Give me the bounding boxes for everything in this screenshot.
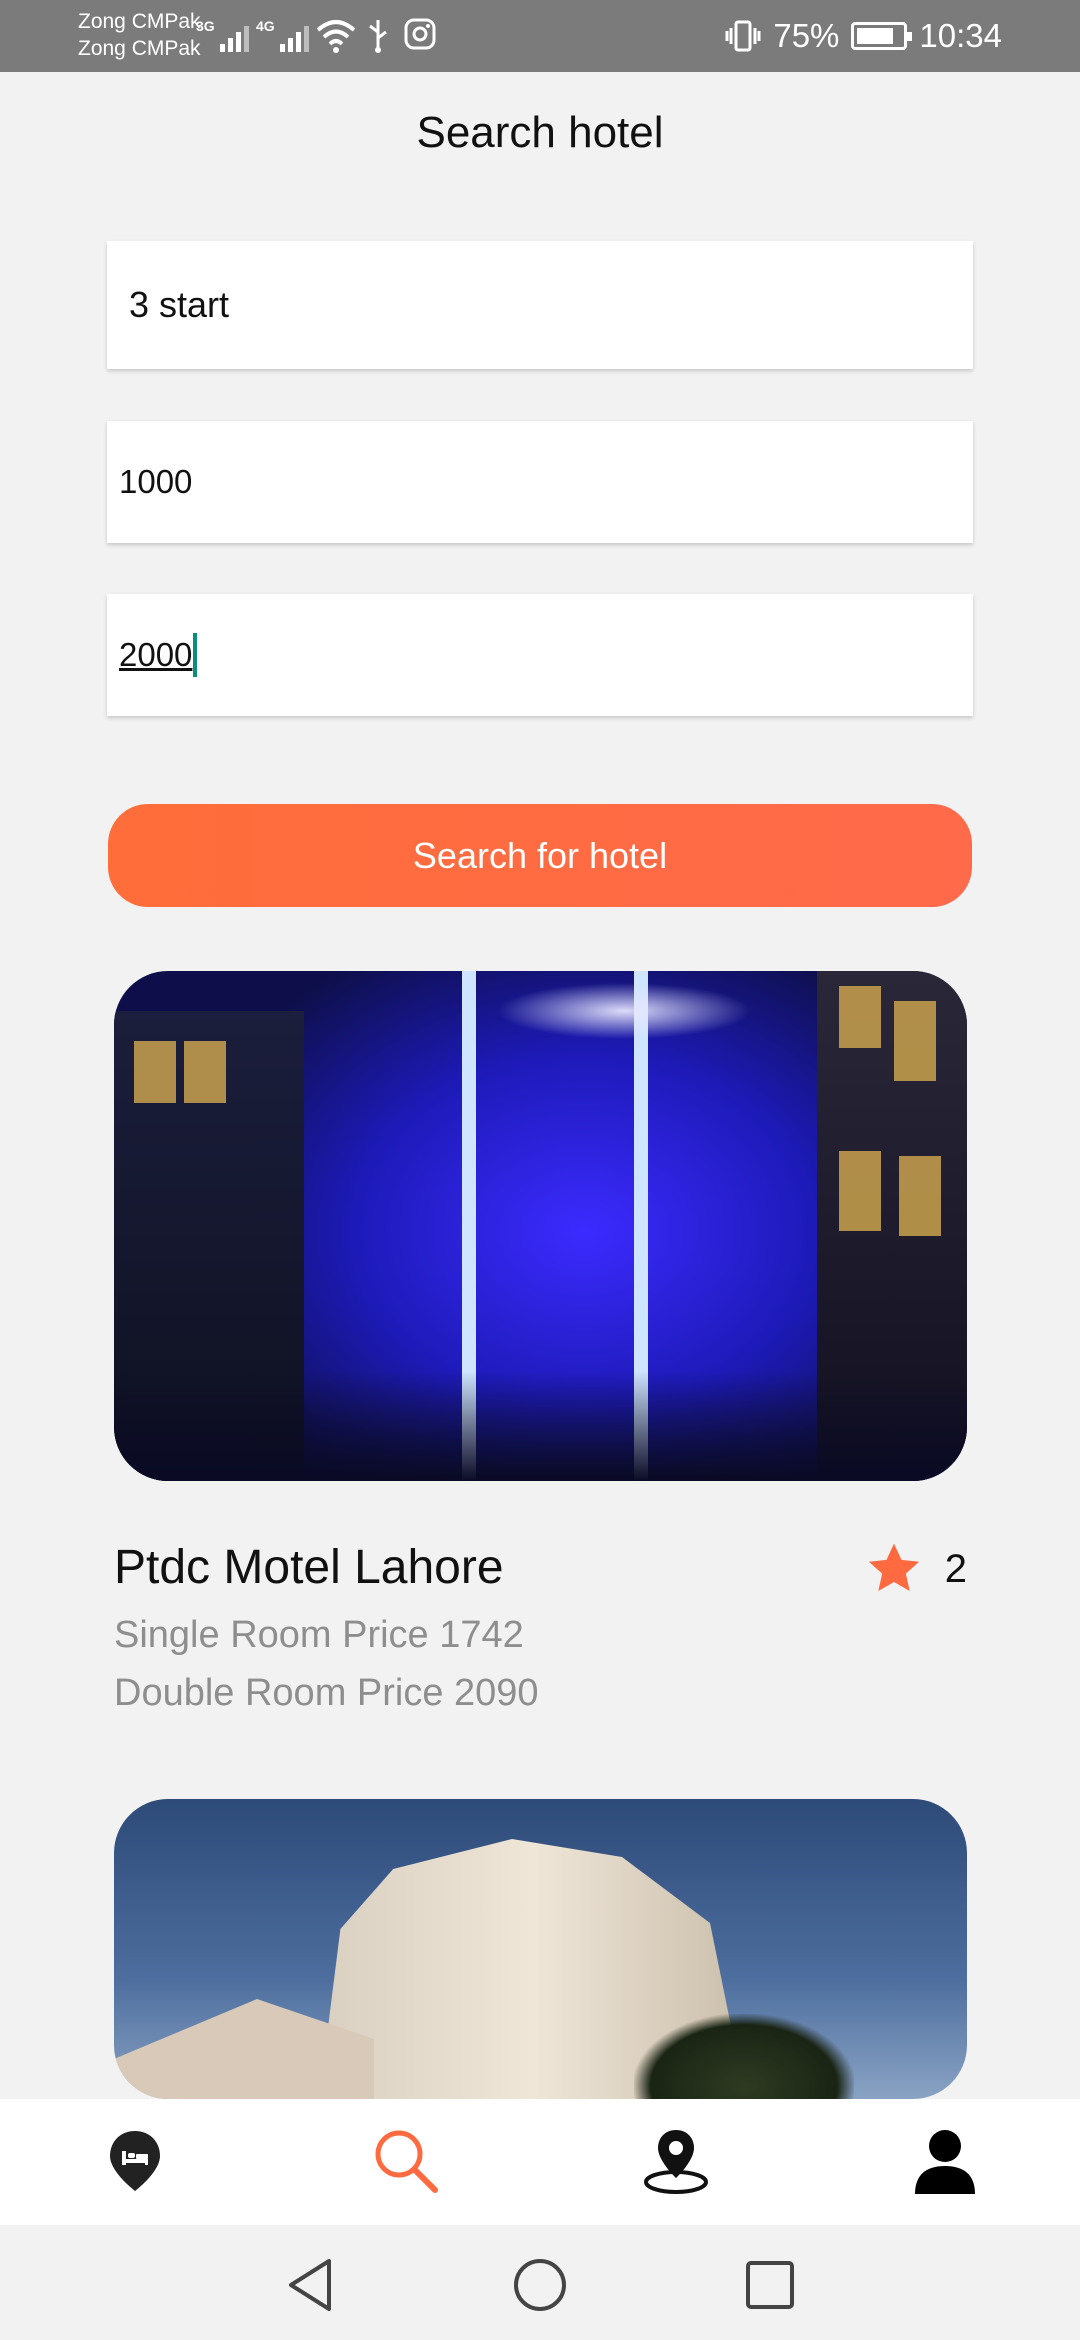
bottom-navigation [0,2099,1080,2225]
network-type-1: 3G [196,18,215,34]
signal-icon: 4G [256,18,309,52]
search-icon [375,2130,438,2193]
max-price-value: 2000 [119,636,193,673]
system-navigation [0,2225,1080,2340]
network-type-2: 4G [256,18,275,34]
battery-percent: 75% [773,17,840,54]
profile-icon [915,2130,975,2194]
carrier-labels: Zong CMPak Zong CMPak [78,8,201,62]
carrier-1: Zong CMPak [78,10,201,33]
text-caret [193,633,198,677]
signal-icon: 3G [196,18,249,52]
recents-button[interactable] [740,2255,800,2315]
nav-profile[interactable] [905,2121,985,2201]
search-hotel-button[interactable]: Search for hotel [108,804,972,907]
hotel-pin-icon [110,2131,160,2191]
min-price-input[interactable]: 1000 [107,421,973,543]
clock: 10:34 [919,17,1002,54]
status-right: 75% 10:34 [725,0,1080,72]
hotel-name[interactable]: Ptdc Motel Lahore [114,1540,504,1595]
back-button[interactable] [280,2255,340,2315]
usb-icon [369,20,387,53]
instagram-icon [404,18,436,50]
nav-map[interactable] [636,2121,716,2201]
page-title: Search hotel [416,108,664,157]
rating-value: 2 [944,1546,967,1591]
back-icon [289,2259,331,2311]
nav-hotels[interactable] [95,2121,175,2201]
hotel-image[interactable] [114,971,967,1481]
map-location-icon [644,2130,708,2194]
carrier-2: Zong CMPak [78,37,201,60]
home-icon [514,2259,566,2311]
vibrate-icon [725,20,761,52]
recents-icon [746,2261,794,2309]
status-bar: Zong CMPak Zong CMPak 3G 4G 75% 10:34 [0,0,1080,72]
single-room-price: Single Room Price 1742 [114,1614,524,1656]
wifi-icon [316,20,356,53]
star-rating-value: 3 start [129,284,230,325]
star-rating-field[interactable]: 3 start [107,241,973,369]
star-icon [868,1543,919,1591]
double-room-price: Double Room Price 2090 [114,1672,539,1714]
max-price-input[interactable]: 2000 [107,594,973,716]
min-price-value: 1000 [119,463,193,500]
nav-search[interactable] [366,2121,446,2201]
battery-charging-icon [851,22,913,50]
hotel-rating: 2 [865,1540,967,1598]
home-button[interactable] [510,2255,570,2315]
hotel-image[interactable] [114,1799,967,2099]
